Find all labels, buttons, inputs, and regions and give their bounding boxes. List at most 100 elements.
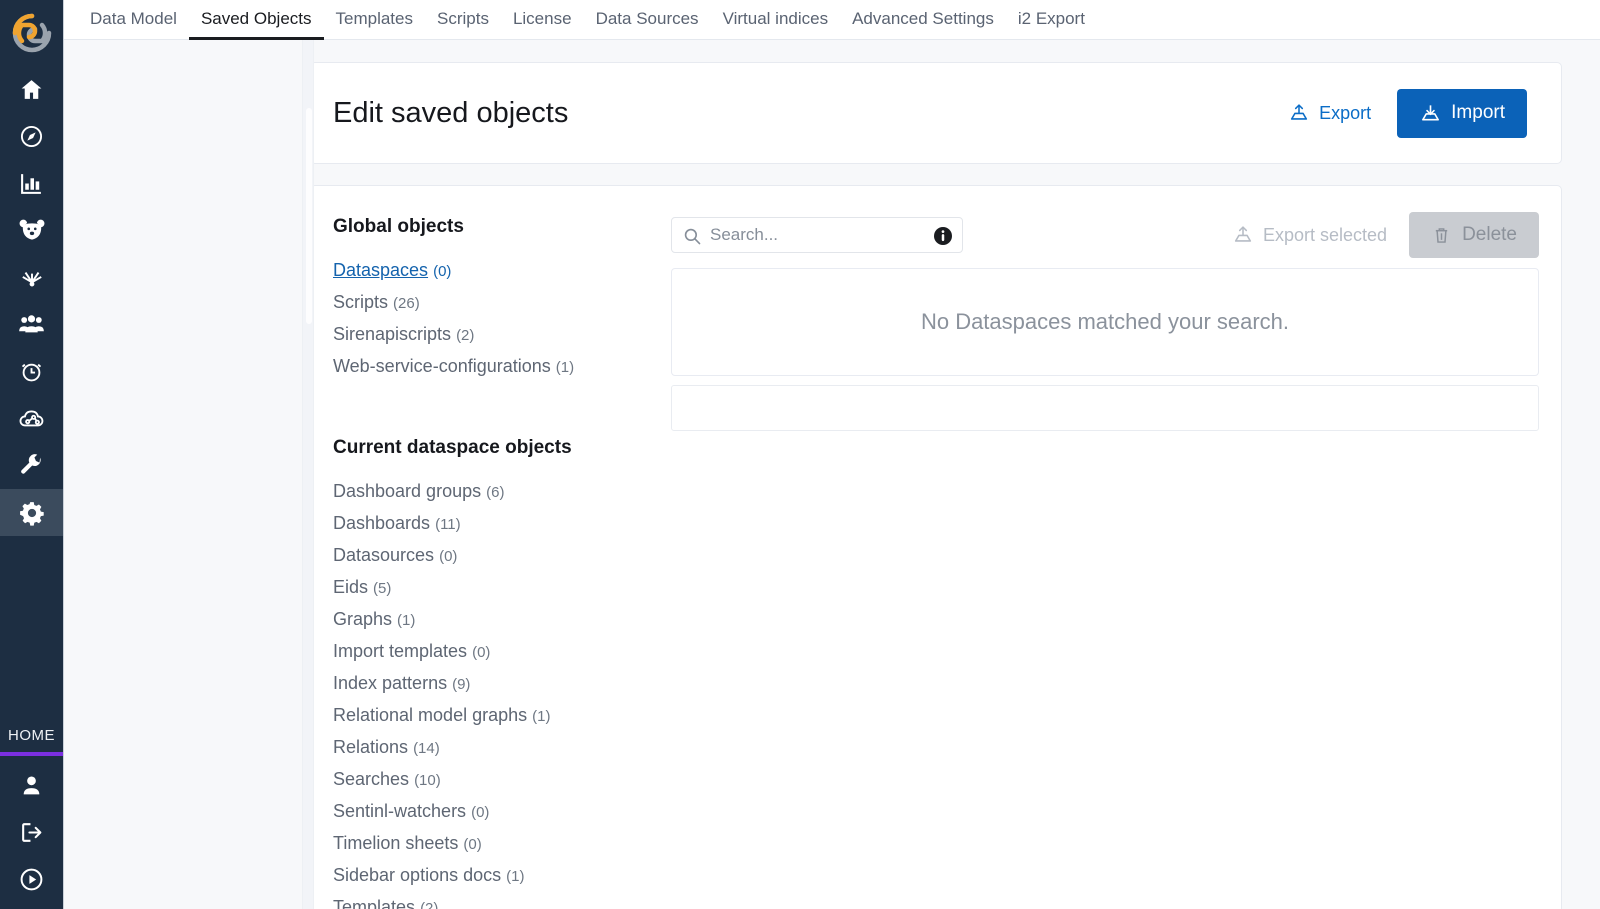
- current-dataspace-objects-title: Current dataspace objects: [333, 437, 572, 458]
- object-type-label: Timelion sheets: [333, 833, 459, 853]
- export-button[interactable]: Export: [1278, 94, 1381, 132]
- results-toolbar: Export selected Delete: [671, 212, 1539, 258]
- global-objects-list: Dataspaces (0) Scripts (26) Sirenapiscri…: [333, 255, 671, 383]
- object-type-dashboards[interactable]: Dashboards (11): [333, 508, 671, 540]
- tab-advanced-settings[interactable]: Advanced Settings: [840, 1, 1006, 40]
- user-icon: [23, 776, 40, 795]
- object-type-index-patterns[interactable]: Index patterns (9): [333, 668, 671, 700]
- object-type-sidebar-options-docs[interactable]: Sidebar options docs (1): [333, 860, 671, 892]
- object-type-count: (1): [506, 868, 525, 885]
- object-type-graphs[interactable]: Graphs (1): [333, 604, 671, 636]
- object-type-count: (26): [393, 295, 420, 312]
- object-type-count: (2): [456, 327, 475, 344]
- tab-data-model[interactable]: Data Model: [78, 1, 189, 40]
- siren-logo-icon: [12, 13, 51, 53]
- bear-face-icon: [19, 219, 44, 240]
- info-icon[interactable]: [933, 226, 953, 251]
- object-type-count: (0): [433, 263, 452, 280]
- export-upload-icon: [1234, 226, 1252, 242]
- tab-license[interactable]: License: [501, 1, 584, 40]
- page-scrollbar[interactable]: [302, 40, 314, 909]
- saved-objects-results: Export selected Delete: [671, 186, 1561, 909]
- import-button-label: Import: [1451, 102, 1505, 123]
- page-header-row: Edit saved objects Export Import: [311, 63, 1561, 163]
- object-type-sentinl-watchers[interactable]: Sentinl-watchers (0): [333, 796, 671, 828]
- object-type-templates[interactable]: Templates (2): [333, 892, 671, 909]
- search-field-wrapper[interactable]: [671, 217, 963, 253]
- object-type-count: (0): [472, 644, 491, 661]
- object-type-label: Graphs: [333, 609, 393, 629]
- object-type-web-service-configurations[interactable]: Web-service-configurations (1): [333, 351, 671, 383]
- tab-data-sources[interactable]: Data Sources: [584, 1, 711, 40]
- export-button-label: Export: [1319, 102, 1372, 123]
- page-header-card: Edit saved objects Export Import: [310, 62, 1562, 164]
- sidebar-item-management[interactable]: [0, 489, 63, 536]
- sidebar-item-users[interactable]: [0, 301, 63, 348]
- tab-templates[interactable]: Templates: [324, 1, 425, 40]
- object-type-count: (1): [532, 708, 551, 725]
- sidebar-item-discover[interactable]: [0, 113, 63, 160]
- page-scrollbar-thumb[interactable]: [306, 108, 312, 324]
- tab-scripts[interactable]: Scripts: [425, 1, 501, 40]
- object-type-datasources[interactable]: Datasources (0): [333, 540, 671, 572]
- object-type-count: (2): [420, 900, 439, 909]
- empty-state-message: No Dataspaces matched your search.: [920, 309, 1290, 334]
- object-type-count: (9): [452, 676, 471, 693]
- trash-icon: [1435, 227, 1448, 243]
- logout-icon: [22, 823, 42, 842]
- sidebar-item-account[interactable]: [0, 762, 63, 809]
- object-type-relations[interactable]: Relations (14): [333, 732, 671, 764]
- object-type-dashboard-groups[interactable]: Dashboard groups (6): [333, 476, 671, 508]
- page-header-actions: Export Import: [1278, 88, 1527, 138]
- gear-icon: [19, 501, 44, 526]
- sidebar-item-graph-browser[interactable]: [0, 254, 63, 301]
- search-input[interactable]: [672, 218, 962, 252]
- object-type-label: Sentinl-watchers: [333, 801, 467, 821]
- delete-button[interactable]: Delete: [1409, 212, 1539, 258]
- export-selected-button[interactable]: Export selected: [1222, 216, 1397, 254]
- object-type-label: Web-service-configurations: [333, 356, 551, 376]
- sidebar-item-investigate[interactable]: [0, 207, 63, 254]
- sidebar-item-tools[interactable]: [0, 442, 63, 489]
- object-type-import-templates[interactable]: Import templates (0): [333, 636, 671, 668]
- object-type-label: Templates: [333, 897, 416, 909]
- people-group-icon: [19, 315, 44, 333]
- export-selected-label: Export selected: [1263, 224, 1388, 245]
- sidebar-item-home[interactable]: [0, 66, 63, 113]
- results-footer-bar: [671, 385, 1539, 431]
- settings-tabbar: Data Model Saved Objects Templates Scrip…: [64, 0, 1600, 40]
- tab-virtual-indices[interactable]: Virtual indices: [711, 1, 841, 40]
- object-type-relational-model-graphs[interactable]: Relational model graphs (1): [333, 700, 671, 732]
- object-type-eids[interactable]: Eids (5): [333, 572, 671, 604]
- object-type-searches[interactable]: Searches (10): [333, 764, 671, 796]
- search-icon: [683, 227, 702, 251]
- cloud-network-icon: [19, 410, 43, 426]
- graph-burst-icon: [21, 271, 42, 286]
- main-sidebar: HOME: [0, 0, 64, 909]
- object-type-label: Sirenapiscripts: [333, 324, 452, 344]
- page-title: Edit saved objects: [333, 96, 569, 129]
- sidebar-item-logout[interactable]: [0, 809, 63, 856]
- object-type-label: Eids: [333, 577, 369, 597]
- global-objects-title: Global objects: [333, 216, 464, 237]
- sidebar-item-visualize[interactable]: [0, 160, 63, 207]
- import-button[interactable]: Import: [1397, 88, 1527, 138]
- results-empty-state: No Dataspaces matched your search.: [671, 268, 1539, 376]
- object-type-timelion-sheets[interactable]: Timelion sheets (0): [333, 828, 671, 860]
- sidebar-item-play[interactable]: [0, 856, 63, 903]
- sidebar-item-cloud[interactable]: [0, 395, 63, 442]
- play-circle-icon: [20, 868, 43, 891]
- object-type-scripts[interactable]: Scripts (26): [333, 287, 671, 319]
- sidebar-bottom-group: [0, 756, 63, 909]
- object-type-count: (1): [397, 612, 416, 629]
- object-type-label: Dashboards: [333, 513, 431, 533]
- compass-icon: [20, 125, 43, 148]
- object-type-sirenapiscripts[interactable]: Sirenapiscripts (2): [333, 319, 671, 351]
- siren-logo[interactable]: [0, 0, 63, 66]
- object-type-label: Index patterns: [333, 673, 448, 693]
- object-type-dataspaces[interactable]: Dataspaces (0): [333, 255, 671, 287]
- tab-i2-export[interactable]: i2 Export: [1006, 1, 1097, 40]
- tab-saved-objects[interactable]: Saved Objects: [188, 1, 324, 40]
- sidebar-item-alerting[interactable]: [0, 348, 63, 395]
